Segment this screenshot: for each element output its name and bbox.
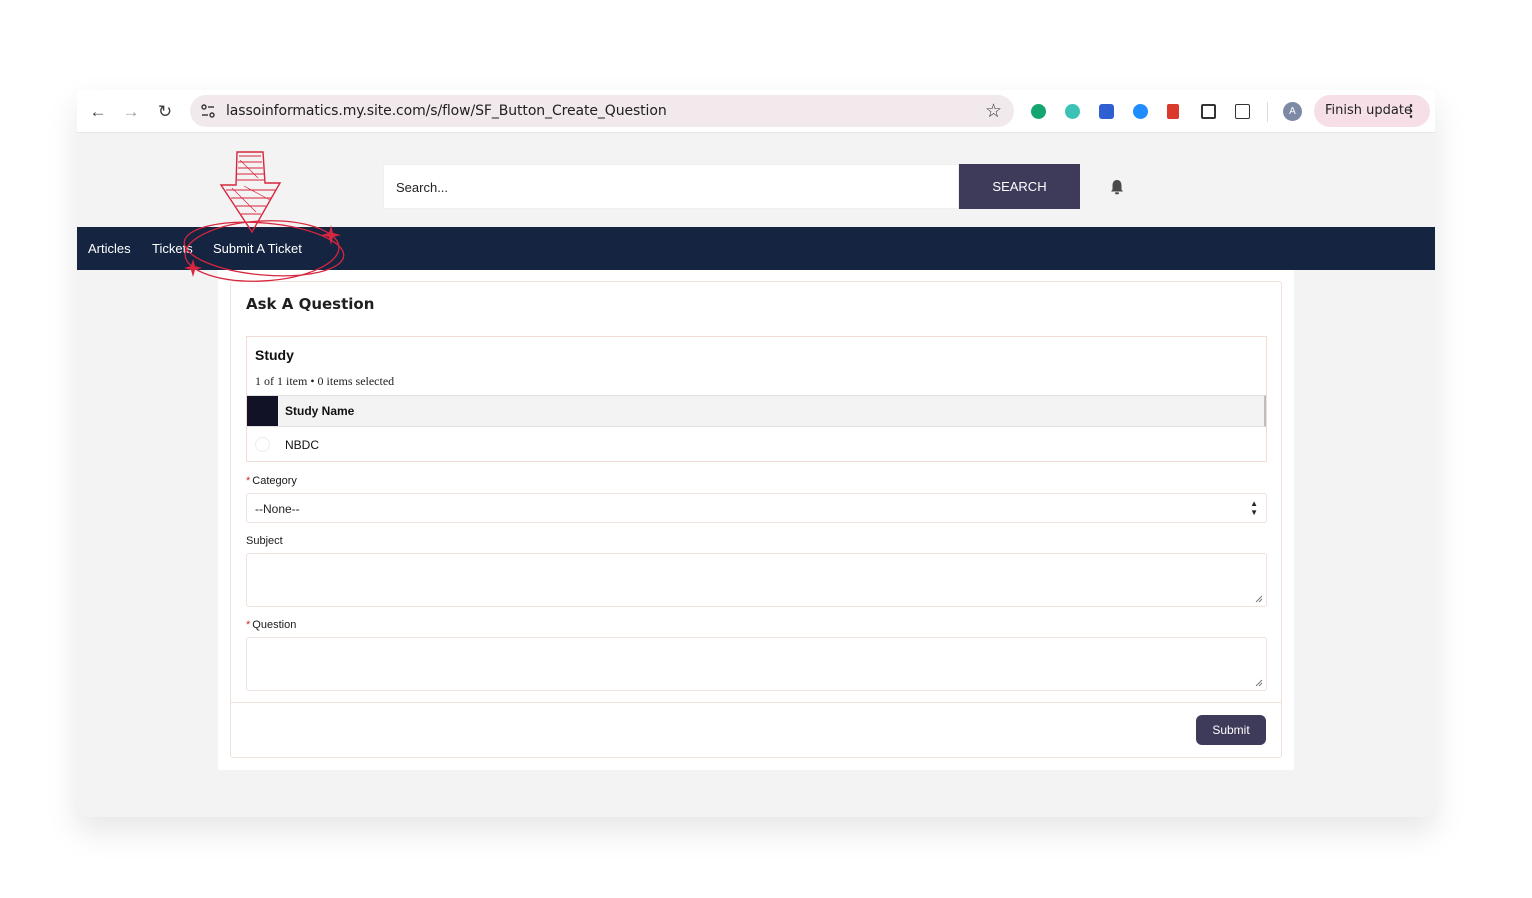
column-header-study-name[interactable]: Study Name: [285, 404, 354, 418]
chart-extension-icon[interactable]: [1099, 104, 1114, 119]
reload-icon[interactable]: ↻: [154, 101, 176, 123]
finish-update-button[interactable]: Finish update ⋮: [1314, 95, 1430, 127]
search-placeholder: Search...: [396, 180, 449, 195]
category-label: * Category: [246, 475, 297, 487]
study-title: Study: [255, 347, 294, 363]
study-table: Study 1 of 1 item • 0 items selected Stu…: [246, 336, 1267, 462]
subject-textarea[interactable]: [246, 553, 1267, 607]
m-extension-icon[interactable]: [1065, 104, 1080, 119]
row-radio[interactable]: [255, 437, 270, 452]
site-navigation: Articles Tickets Submit A Ticket: [77, 227, 1435, 270]
study-name-cell: NBDC: [285, 438, 320, 452]
browser-window: ← → ↻ lassoinformatics.my.site.com/s/flo…: [77, 90, 1435, 817]
nav-item-submit-a-ticket[interactable]: Submit A Ticket: [213, 241, 302, 256]
address-bar[interactable]: lassoinformatics.my.site.com/s/flow/SF_B…: [190, 95, 1014, 127]
question-form-card: Ask A Question Study 1 of 1 item • 0 ite…: [230, 281, 1282, 758]
resize-grip-icon[interactable]: [1255, 679, 1263, 687]
back-icon[interactable]: ←: [87, 101, 109, 123]
select-column-header: [247, 396, 278, 426]
table-header: Study Name: [247, 395, 1266, 427]
site-settings-icon[interactable]: [198, 101, 218, 121]
picture-in-picture-icon[interactable]: [1201, 104, 1216, 119]
url-text[interactable]: lassoinformatics.my.site.com/s/flow/SF_B…: [226, 103, 667, 119]
submit-button[interactable]: Submit: [1196, 715, 1266, 745]
nav-item-articles[interactable]: Articles: [88, 241, 131, 256]
puzzle-icon[interactable]: [1235, 104, 1250, 119]
finish-update-label: Finish update: [1325, 103, 1412, 118]
table-row[interactable]: NBDC: [247, 429, 1266, 461]
bookmark-extension-icon[interactable]: [1167, 104, 1179, 119]
grammarly-icon[interactable]: [1031, 104, 1046, 119]
category-select[interactable]: --None-- ▲ ▼: [246, 493, 1267, 523]
subject-label: Subject: [246, 535, 283, 547]
bell-icon[interactable]: [1108, 178, 1126, 196]
profile-avatar[interactable]: A: [1283, 102, 1302, 121]
resize-grip-icon[interactable]: [1255, 595, 1263, 603]
question-textarea[interactable]: [246, 637, 1267, 691]
bookmark-star-icon[interactable]: ☆: [985, 100, 1002, 123]
category-value: --None--: [255, 502, 300, 516]
footer-divider: [231, 702, 1281, 703]
question-label: * Question: [246, 619, 297, 631]
more-menu-icon[interactable]: ⋮: [1403, 101, 1419, 121]
forward-icon[interactable]: →: [120, 101, 142, 123]
study-selection-count: 1 of 1 item • 0 items selected: [255, 374, 395, 388]
browser-toolbar: ← → ↻ lassoinformatics.my.site.com/s/flo…: [77, 90, 1435, 133]
search-input[interactable]: Search...: [383, 164, 959, 209]
required-marker: *: [246, 619, 251, 631]
shazam-icon[interactable]: [1133, 104, 1148, 119]
search-button[interactable]: SEARCH: [959, 164, 1080, 209]
content-panel: Ask A Question Study 1 of 1 item • 0 ite…: [218, 270, 1294, 770]
required-marker: *: [246, 475, 251, 487]
form-title: Ask A Question: [246, 295, 375, 313]
nav-item-tickets[interactable]: Tickets: [152, 241, 193, 256]
toolbar-divider: [1267, 102, 1268, 122]
select-arrows-icon: ▲ ▼: [1250, 499, 1258, 517]
